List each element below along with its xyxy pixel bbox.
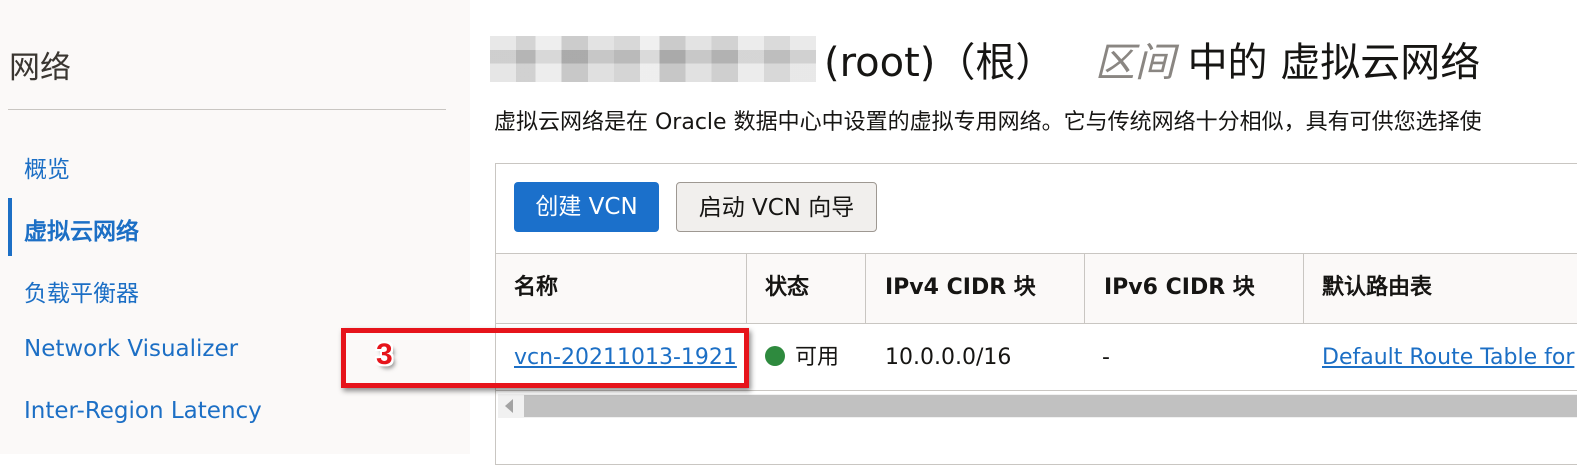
annotation-step-number: 3: [376, 338, 393, 371]
sidebar-item-vcn[interactable]: 虚拟云网络: [24, 212, 139, 246]
default-route-table-link[interactable]: Default Route Table for: [1322, 330, 1574, 385]
sidebar-active-indicator: [8, 198, 12, 256]
column-header-status[interactable]: 状态: [765, 253, 809, 322]
column-divider: [746, 253, 747, 323]
redacted-compartment-name: [490, 36, 816, 82]
page-description: 虚拟云网络是在 Oracle 数据中心中设置的虚拟专用网络。它与传统网络十分相似…: [494, 110, 1482, 135]
scrollbar-thumb[interactable]: [524, 395, 1577, 417]
sidebar-item-load-balancers[interactable]: 负载平衡器: [24, 274, 139, 308]
vcn-status: 可用: [765, 330, 839, 385]
column-header-route-table[interactable]: 默认路由表: [1322, 253, 1432, 322]
column-divider: [1303, 253, 1304, 323]
create-vcn-button[interactable]: 创建 VCN: [514, 182, 659, 232]
column-header-ipv6[interactable]: IPv6 CIDR 块: [1104, 253, 1255, 322]
vcn-status-label: 可用: [795, 345, 840, 370]
page-title-compartment-word: 区间: [1094, 40, 1175, 86]
page-title-tail: 中的 虚拟云网络: [1187, 40, 1481, 86]
sidebar-item-network-visualizer[interactable]: Network Visualizer: [24, 336, 238, 362]
sidebar-divider: [8, 109, 446, 110]
column-header-name[interactable]: 名称: [514, 253, 558, 322]
page-title-root: (root)（根）: [824, 40, 1056, 86]
column-header-ipv4[interactable]: IPv4 CIDR 块: [885, 253, 1036, 322]
vcn-ipv4-cidr: 10.0.0.0/16: [885, 345, 1012, 370]
start-vcn-wizard-button[interactable]: 启动 VCN 向导: [676, 182, 877, 232]
annotation-highlight-box: [341, 328, 749, 388]
scroll-left-arrow-icon[interactable]: [505, 399, 513, 413]
sidebar-item-inter-region-latency[interactable]: Inter-Region Latency: [24, 398, 262, 424]
column-divider: [865, 253, 866, 323]
page-title: (root)（根） 区间 中的 虚拟云网络: [824, 30, 1480, 88]
row-divider: [496, 390, 1577, 391]
sidebar-item-overview[interactable]: 概览: [24, 150, 70, 184]
sidebar-title: 网络: [9, 50, 71, 86]
column-divider: [1084, 253, 1085, 323]
vcn-ipv6-cidr: -: [1102, 345, 1110, 370]
status-dot-icon: [765, 346, 785, 366]
